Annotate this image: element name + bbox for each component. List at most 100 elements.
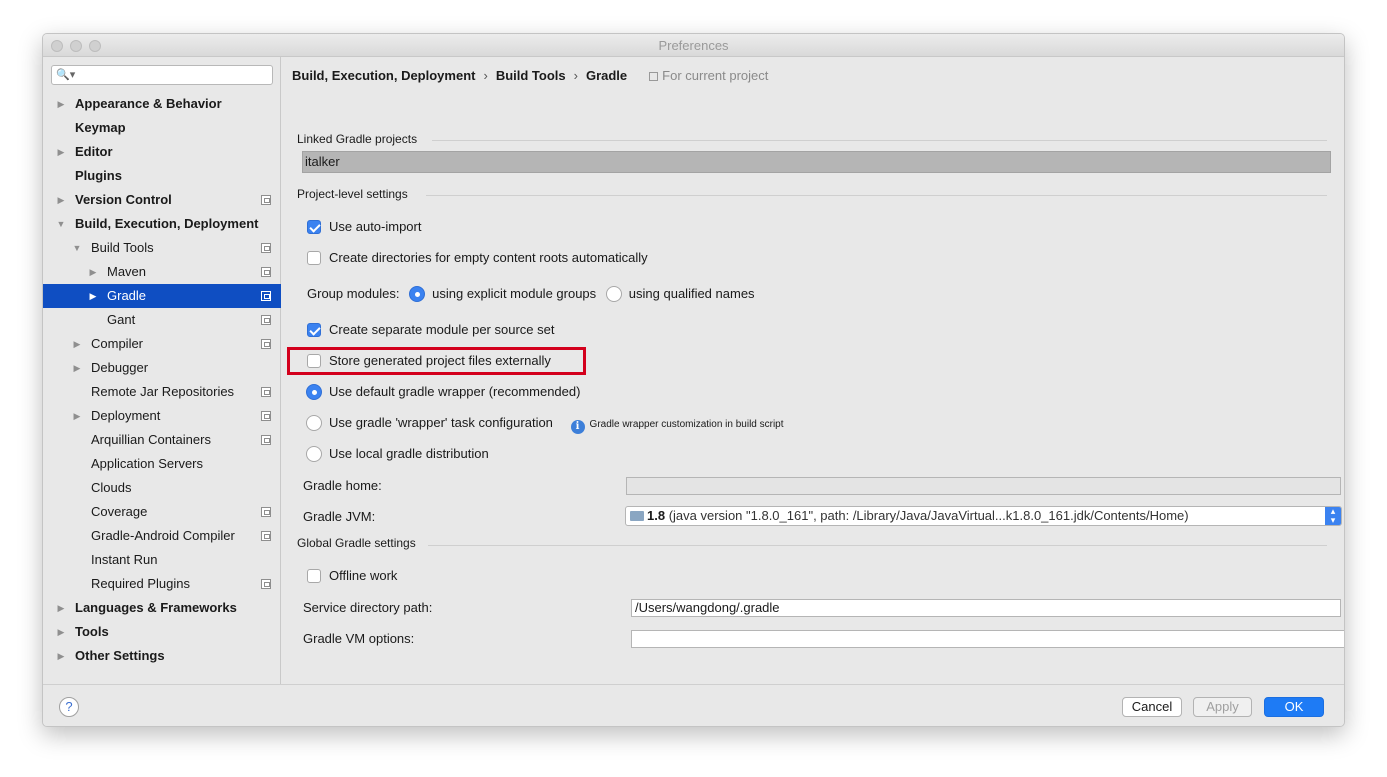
project-scope-icon xyxy=(261,243,271,253)
sidebar-item[interactable]: ▶ Compiler xyxy=(43,332,281,356)
auto-import-option[interactable]: Use auto-import xyxy=(307,218,421,236)
service-directory-label: Service directory path: xyxy=(303,600,433,615)
help-button[interactable]: ? xyxy=(59,697,79,717)
project-scope-icon xyxy=(261,531,271,541)
sidebar-item[interactable]: ▶ Tools xyxy=(43,620,281,644)
sidebar-item-label: Gradle xyxy=(107,288,147,303)
separate-module-checkbox[interactable] xyxy=(307,323,321,337)
sidebar-item[interactable]: ▶ Other Settings xyxy=(43,644,281,668)
sidebar-item[interactable]: Required Plugins xyxy=(43,572,281,596)
jvm-version: 1.8 xyxy=(647,508,666,523)
breadcrumb: Build, Execution, Deployment › Build Tools… xyxy=(292,68,768,83)
offline-work-option[interactable]: Offline work xyxy=(307,567,397,585)
gradle-settings-panel: Build, Execution, Deployment › Build Tools… xyxy=(282,57,1344,684)
window-title: Preferences xyxy=(658,38,729,53)
sidebar-item-label: Arquillian Containers xyxy=(91,432,211,447)
service-directory-field[interactable]: /Users/wangdong/.gradle xyxy=(631,599,1341,617)
local-distribution-radio[interactable] xyxy=(306,446,322,462)
expand-right-icon[interactable]: ▶ xyxy=(87,260,99,284)
expand-down-icon[interactable]: ▼ xyxy=(71,236,83,260)
create-dirs-option[interactable]: Create directories for empty content roo… xyxy=(307,249,648,267)
settings-tree: ▶ Appearance & Behavior Keymap ▶ Editor Plugi… xyxy=(43,92,281,668)
sidebar-item[interactable]: ▶ Maven xyxy=(43,260,281,284)
gradle-jvm-select[interactable]: 1.8 (java version "1.8.0_161", path: /Li… xyxy=(625,506,1342,526)
gradle-jvm-label: Gradle JVM: xyxy=(303,509,376,524)
breadcrumb-item: Gradle xyxy=(585,68,628,83)
local-distribution-option[interactable]: Use local gradle distribution xyxy=(306,445,489,463)
sidebar-item[interactable]: Remote Jar Repositories xyxy=(43,380,281,404)
expand-right-icon[interactable]: ▶ xyxy=(55,92,67,116)
expand-right-icon[interactable]: ▶ xyxy=(55,596,67,620)
separate-module-option[interactable]: Create separate module per source set xyxy=(307,321,554,339)
expand-right-icon[interactable]: ▶ xyxy=(87,284,99,308)
qualified-names-radio[interactable] xyxy=(605,286,622,302)
breadcrumb-item: Build, Execution, Deployment xyxy=(292,68,476,83)
global-settings-heading: Global Gradle settings xyxy=(297,536,416,550)
sidebar-item[interactable]: Gradle-Android Compiler xyxy=(43,524,281,548)
wrapper-task-radio[interactable] xyxy=(306,415,322,431)
sidebar-item[interactable]: Gant xyxy=(43,308,281,332)
gradle-home-field[interactable] xyxy=(626,477,1341,495)
sidebar-item[interactable]: ▶ Languages & Frameworks xyxy=(43,596,281,620)
sidebar-item-label: Gradle-Android Compiler xyxy=(91,528,235,543)
settings-search-input[interactable]: 🔍▾ xyxy=(51,65,273,85)
sidebar-item[interactable]: ▶ Appearance & Behavior xyxy=(43,92,281,116)
auto-import-checkbox[interactable] xyxy=(307,220,321,234)
expand-right-icon[interactable]: ▶ xyxy=(55,644,67,668)
wrapper-task-option[interactable]: Use gradle 'wrapper' task configuration … xyxy=(306,414,784,434)
sidebar-item[interactable]: ▶ Gradle xyxy=(43,284,281,308)
explicit-groups-label[interactable]: using explicit module groups xyxy=(432,286,596,301)
default-wrapper-radio[interactable] xyxy=(306,384,322,400)
ok-button[interactable]: OK xyxy=(1264,697,1324,717)
default-wrapper-label: Use default gradle wrapper (recommended) xyxy=(329,384,581,399)
sidebar-item[interactable]: ▶ Deployment xyxy=(43,404,281,428)
expand-right-icon[interactable]: ▶ xyxy=(71,404,83,428)
settings-sidebar: 🔍▾ ▶ Appearance & Behavior Keymap ▶ Editor Pl… xyxy=(43,57,281,684)
offline-work-checkbox[interactable] xyxy=(307,569,321,583)
create-dirs-checkbox[interactable] xyxy=(307,251,321,265)
cancel-button[interactable]: Cancel xyxy=(1122,697,1182,717)
expand-right-icon[interactable]: ▶ xyxy=(55,188,67,212)
expand-right-icon[interactable]: ▶ xyxy=(71,356,83,380)
default-wrapper-option[interactable]: Use default gradle wrapper (recommended) xyxy=(306,383,580,401)
sidebar-item[interactable]: Keymap xyxy=(43,116,281,140)
section-divider xyxy=(432,140,1327,141)
expand-right-icon[interactable]: ▶ xyxy=(55,140,67,164)
sidebar-item[interactable]: ▶ Debugger xyxy=(43,356,281,380)
store-externally-option[interactable]: Store generated project files externally xyxy=(307,352,551,370)
sidebar-item[interactable]: ▶ Version Control xyxy=(43,188,281,212)
group-modules-row: Group modules: using explicit module gro… xyxy=(307,285,755,303)
sidebar-item[interactable]: Instant Run xyxy=(43,548,281,572)
sidebar-item-label: Instant Run xyxy=(91,552,158,567)
linked-project-item[interactable]: italker xyxy=(302,151,1331,173)
sidebar-item-label: Required Plugins xyxy=(91,576,191,591)
expand-down-icon[interactable]: ▼ xyxy=(55,212,67,236)
sidebar-item-label: Plugins xyxy=(75,168,122,183)
sidebar-item[interactable]: ▼ Build Tools xyxy=(43,236,281,260)
sidebar-item[interactable]: Plugins xyxy=(43,164,281,188)
sidebar-item[interactable]: Arquillian Containers xyxy=(43,428,281,452)
project-scope-icon xyxy=(261,387,271,397)
project-scope-icon xyxy=(261,267,271,277)
sidebar-item[interactable]: ▶ Editor xyxy=(43,140,281,164)
apply-button[interactable]: Apply xyxy=(1193,697,1252,717)
expand-right-icon[interactable]: ▶ xyxy=(71,332,83,356)
breadcrumb-separator: › xyxy=(573,68,578,83)
jvm-detail: (java version "1.8.0_161", path: /Librar… xyxy=(668,508,1189,523)
sidebar-item-label: Compiler xyxy=(91,336,144,351)
sidebar-item[interactable]: Coverage xyxy=(43,500,281,524)
folder-icon xyxy=(630,511,644,521)
preferences-window: Preferences 🔍▾ ▶ Appearance & Behavior Key… xyxy=(42,33,1345,727)
qualified-names-label[interactable]: using qualified names xyxy=(629,286,755,301)
gradle-vm-options-field[interactable] xyxy=(631,630,1344,648)
sidebar-item[interactable]: ▼ Build, Execution, Deployment xyxy=(43,212,281,236)
sidebar-item[interactable]: Application Servers xyxy=(43,452,281,476)
sidebar-item-label: Debugger xyxy=(91,360,149,375)
expand-right-icon[interactable]: ▶ xyxy=(55,620,67,644)
sidebar-item-label: Clouds xyxy=(91,480,132,495)
gradle-vm-options-label: Gradle VM options: xyxy=(303,631,415,646)
explicit-groups-radio[interactable] xyxy=(409,286,426,302)
store-externally-checkbox[interactable] xyxy=(307,354,321,368)
title-bar: Preferences xyxy=(43,34,1344,57)
sidebar-item[interactable]: Clouds xyxy=(43,476,281,500)
